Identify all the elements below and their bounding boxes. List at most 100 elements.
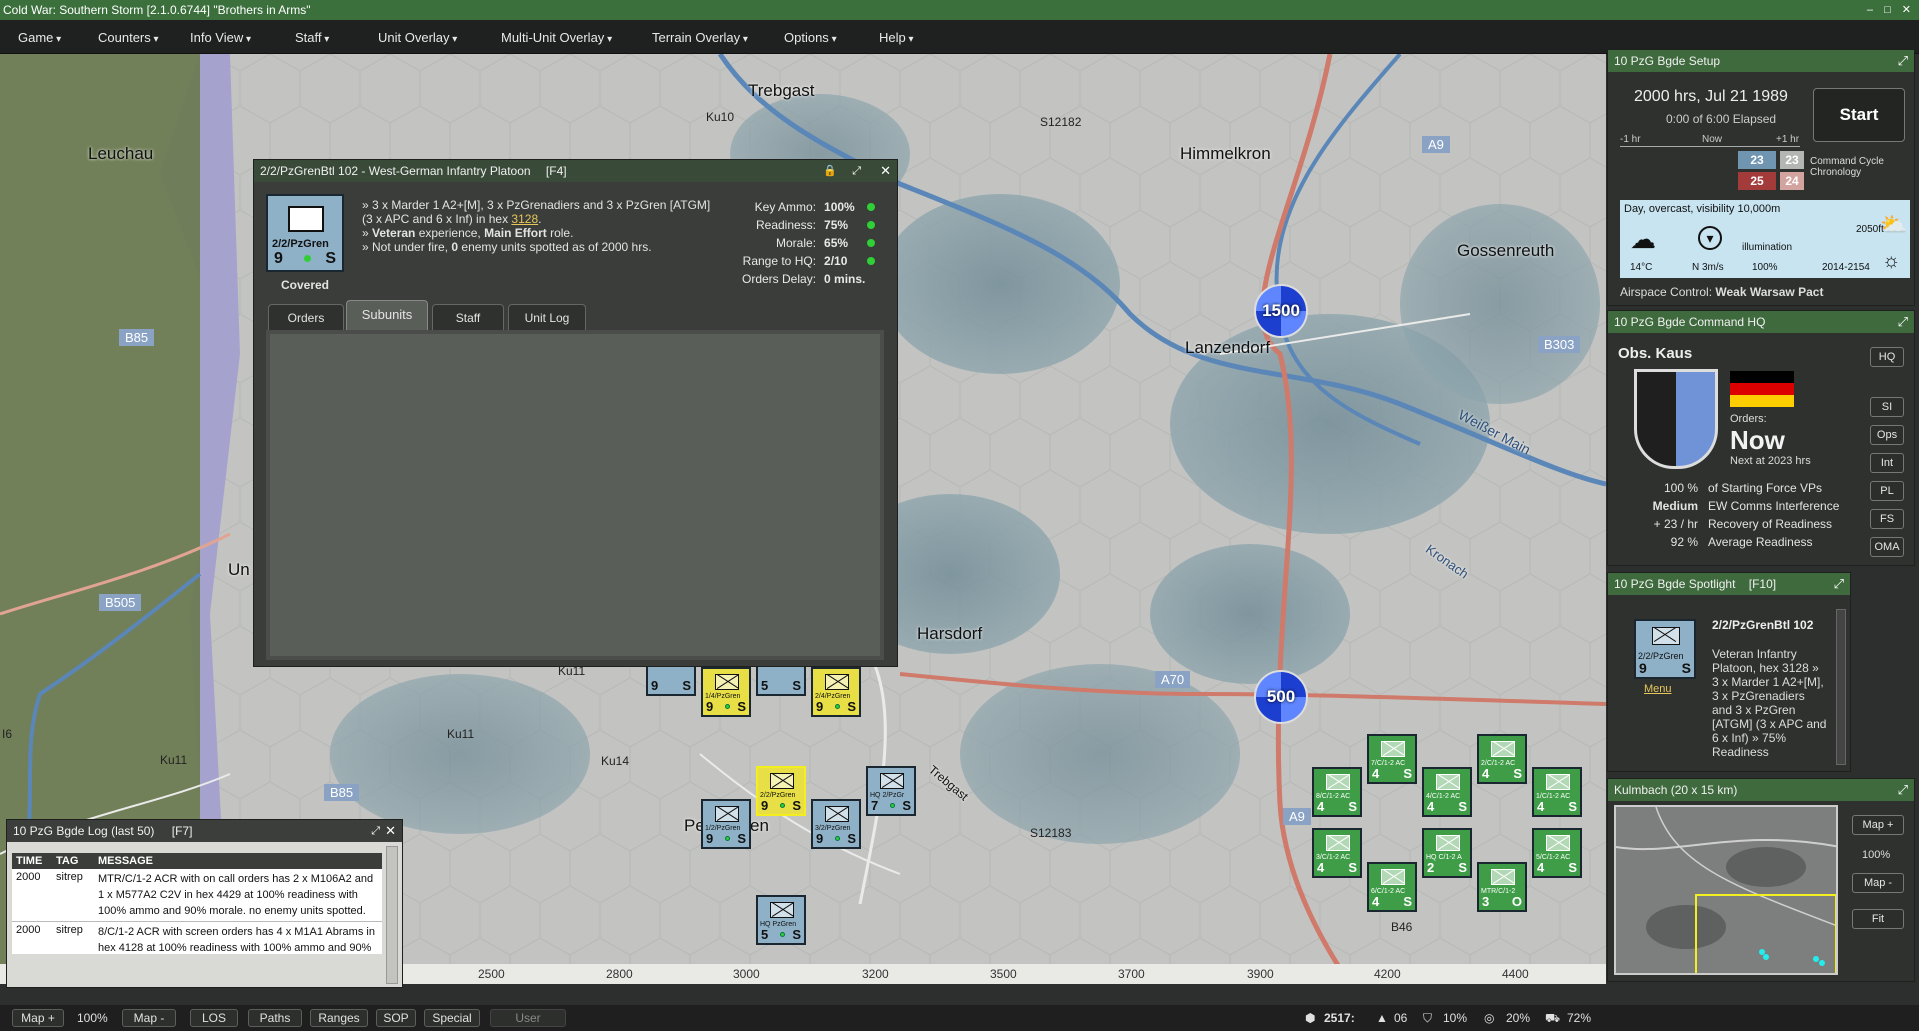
cycle-marker: 23 [1780,151,1804,169]
si-button[interactable]: SI [1870,397,1904,417]
pin-icon[interactable]: ⤢ [371,820,380,842]
int-button[interactable]: Int [1870,453,1904,473]
unit-counter[interactable]: 2/4/PzGren 9 S [811,667,861,717]
infantry-symbol-icon [288,206,324,232]
tab-orders[interactable]: Orders [268,304,344,330]
enemy-unit-counter[interactable]: 3/C/1-2 AC 4 S [1312,828,1362,878]
spotlight-unit-counter[interactable]: 2/2/PzGren 9 S [1634,619,1696,679]
paths-button[interactable]: Paths [248,1009,302,1027]
unit-counter-selected[interactable]: 2/2/PzGren 9 S [756,766,806,816]
place-label: Himmelkron [1180,144,1271,163]
window-title: Cold War: Southern Storm [2.1.0.6744] "B… [3,3,311,17]
ranges-button[interactable]: Ranges [310,1009,368,1027]
altitude-marker[interactable]: 1500 [1254,284,1308,338]
log-row[interactable]: 2000 sitrep MTR/C/1-2 ACR with on call o… [12,869,382,922]
spotlight-scrollbar[interactable] [1836,609,1846,765]
unit-counter[interactable]: 5S [756,662,806,696]
map-zoom-out-button[interactable]: Map - [122,1009,176,1027]
log-scrollbar[interactable] [386,846,398,984]
truck-icon: ⛟ [1545,1011,1561,1025]
enemy-unit-counter[interactable]: 7/C/1-2 AC 4 S [1367,734,1417,784]
pl-button[interactable]: PL [1870,481,1904,501]
menu-options[interactable]: Options [784,30,837,45]
enemy-unit-counter[interactable]: 6/C/1-2 AC 4 S [1367,862,1417,912]
shield-icon: ⛉ [1423,1011,1433,1025]
hq-symbol-icon [1436,835,1460,851]
menu-info-view[interactable]: Info View [190,30,251,45]
place-label: Lanzendorf [1185,338,1271,357]
menu-counters[interactable]: Counters [98,30,159,45]
tab-staff[interactable]: Staff [432,304,504,330]
special-button[interactable]: Special [424,1009,480,1027]
status-dot [835,836,840,841]
tab-subunits[interactable]: Subunits [346,300,428,330]
unit-panel-hotkey: [F4] [545,164,567,178]
enemy-unit-counter[interactable]: 1/C/1-2 AC 4 S [1532,767,1582,817]
map-zoom-in-button[interactable]: Map + [12,1009,64,1027]
weather-box: Day, overcast, visibility 10,000m ☁ ▾ il… [1620,200,1910,278]
close-icon[interactable]: ✕ [385,820,396,842]
unit-counter[interactable]: 1/2/PzGren 9 S [701,799,751,849]
unit-crest-icon [1634,369,1718,469]
minimap-view[interactable] [1614,805,1838,975]
ops-button[interactable]: Ops [1870,425,1904,445]
enemy-unit-counter[interactable]: MTR/C/1-2 3 O [1477,862,1527,912]
pin-icon[interactable]: ⤢ [852,160,861,182]
unit-counter[interactable]: 1/4/PzGren 9 S [701,667,751,717]
log-row[interactable]: 2000 sitrep 8/C/1-2 ACR with screen orde… [12,922,382,954]
altitude-marker[interactable]: 500 [1254,670,1308,724]
menu-staff[interactable]: Staff [295,30,329,45]
spotlight-menu-link[interactable]: Menu [1644,683,1672,695]
hex-link[interactable]: 3128 [511,212,538,226]
setup-panel-header: 10 PzG Bgde Setup ⤢ [1608,50,1914,72]
menu-terrain-overlay[interactable]: Terrain Overlay [652,30,748,45]
menu-multi-unit-overlay[interactable]: Multi-Unit Overlay [501,30,612,45]
menu-help[interactable]: Help [879,30,914,45]
lock-icon[interactable]: 🔒 [823,160,837,182]
window-controls[interactable]: – □ ✕ [1867,0,1915,20]
spotlight-unit-name: 2/2/PzGrenBtl 102 [1712,618,1814,632]
user-button[interactable]: User [490,1009,566,1027]
menu-unit-overlay[interactable]: Unit Overlay [378,30,457,45]
german-flag-icon [1730,371,1794,407]
minimap-zoom-in-button[interactable]: Map + [1852,815,1904,835]
status-dot [867,203,876,211]
enemy-unit-counter[interactable]: 4/C/1-2 AC 4 S [1422,767,1472,817]
sun-icon: ☼ [1882,250,1901,272]
expand-icon[interactable]: ⤢ [1898,50,1908,72]
road-label: A70 [1155,671,1191,688]
unit-info-panel: 2/2/PzGrenBtl 102 - West-German Infantry… [253,159,898,667]
enemy-unit-counter[interactable]: HQ C/1-2 A2S [1422,828,1472,878]
recon-symbol-icon [1491,741,1515,757]
start-button[interactable]: Start [1813,88,1905,142]
hq-button[interactable]: HQ [1870,347,1904,367]
expand-icon[interactable]: ⤢ [1898,779,1908,801]
expand-icon[interactable]: ⤢ [1898,311,1908,333]
unit-counter[interactable]: 3/2/PzGren 9 S [811,799,861,849]
hex-column-tick: 3500 [990,967,1017,981]
unit-counter[interactable]: 9S [646,662,696,696]
enemy-unit-counter[interactable]: 8/C/1-2 AC 4 S [1312,767,1362,817]
window-titlebar: Cold War: Southern Storm [2.1.0.6744] "B… [0,0,1919,20]
expand-icon[interactable]: ⤢ [1834,573,1844,595]
status-dot [835,704,840,709]
los-button[interactable]: LOS [190,1009,238,1027]
enemy-unit-counter[interactable]: 5/C/1-2 AC 4 S [1532,828,1582,878]
close-icon[interactable]: ✕ [880,160,891,182]
enemy-unit-counter[interactable]: 2/C/1-2 AC 4 S [1477,734,1527,784]
menu-game[interactable]: Game [18,30,61,45]
hex-icon: ⬢ [1305,1011,1316,1025]
fs-button[interactable]: FS [1870,509,1904,529]
sop-button[interactable]: SOP [376,1009,416,1027]
orders-status: Now [1730,425,1785,455]
recon-symbol-icon [1546,774,1570,790]
tab-unit-log[interactable]: Unit Log [508,304,586,330]
minor-road-label: Ku11 [160,753,188,767]
unit-counter[interactable]: HQ 2/PzGr 7 S [866,766,916,816]
unit-counter[interactable]: HQ PzGren 5 S [756,895,806,945]
minimap-fit-button[interactable]: Fit [1852,909,1904,929]
minimap-zoom-out-button[interactable]: Map - [1852,873,1904,893]
unit-panel-header: 2/2/PzGrenBtl 102 - West-German Infantry… [254,160,897,182]
oma-button[interactable]: OMA [1870,537,1904,557]
commander-name: Obs. Kaus [1618,345,1693,362]
